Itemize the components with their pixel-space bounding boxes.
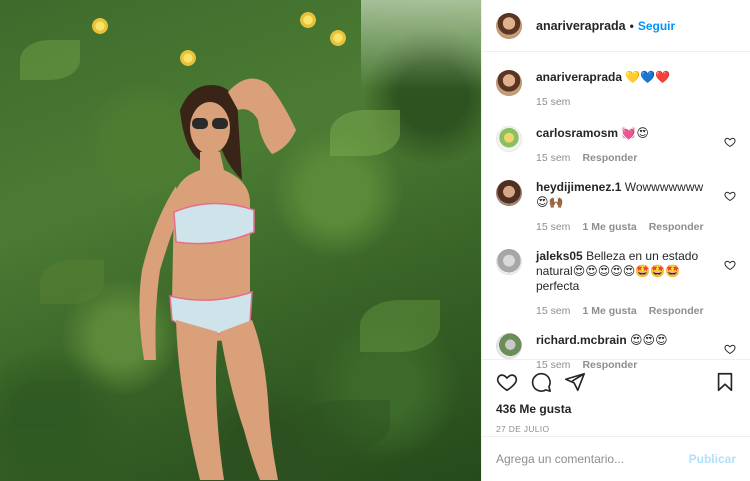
comment-age[interactable]: 15 sem xyxy=(536,304,570,319)
background-sky xyxy=(361,0,481,90)
comment-body: heydijimenez.1 Wowwwwwww😍🙌🏾 15 sem 1 Me … xyxy=(536,180,736,235)
comment-meta: 15 sem Responder xyxy=(536,151,714,166)
paper-plane-icon[interactable] xyxy=(564,371,586,393)
flower-decoration xyxy=(180,50,196,66)
separator-dot: • xyxy=(629,18,634,33)
post-header: anariveraprada • Seguir xyxy=(482,0,750,52)
caption: anariveraprada 💛💙❤️ 15 sem xyxy=(496,70,736,110)
author-username[interactable]: anariveraprada xyxy=(536,19,626,33)
commenter-avatar[interactable] xyxy=(496,249,522,275)
comment-username[interactable]: jaleks05 xyxy=(536,249,583,263)
leaf-decoration xyxy=(360,300,440,352)
comment-likes[interactable]: 1 Me gusta xyxy=(582,220,636,235)
leaf-decoration xyxy=(10,380,80,428)
post-photo[interactable] xyxy=(0,0,481,481)
comment-text: 😍😍😍 xyxy=(630,333,668,347)
comment-username[interactable]: carlosramosm xyxy=(536,126,618,140)
comment-age[interactable]: 15 sem xyxy=(536,151,570,166)
list-item: jaleks05 Belleza en un estado natural😍😍😍… xyxy=(496,249,736,319)
person-figure xyxy=(139,78,296,480)
commenter-avatar[interactable] xyxy=(496,126,522,152)
reply-button[interactable]: Responder xyxy=(649,220,704,235)
comment-icon[interactable] xyxy=(530,371,552,393)
commenter-avatar[interactable] xyxy=(496,180,522,206)
caption-age[interactable]: 15 sem xyxy=(536,95,570,110)
leaf-decoration xyxy=(40,260,104,304)
caption-text: 💛💙❤️ xyxy=(625,70,671,84)
flower-decoration xyxy=(92,18,108,34)
caption-meta: 15 sem xyxy=(536,95,714,110)
list-item: heydijimenez.1 Wowwwwwww😍🙌🏾 15 sem 1 Me … xyxy=(496,180,736,235)
bookmark-icon[interactable] xyxy=(714,371,736,393)
comment-meta: 15 sem 1 Me gusta Responder xyxy=(536,220,714,235)
action-icons xyxy=(496,370,736,394)
leaf-decoration xyxy=(330,110,400,156)
heart-icon[interactable] xyxy=(496,371,518,393)
comment-likes[interactable]: 1 Me gusta xyxy=(582,304,636,319)
reply-button[interactable]: Responder xyxy=(582,151,637,166)
post-date[interactable]: 27 DE JULIO xyxy=(496,424,736,434)
add-comment-bar: Publicar xyxy=(482,436,750,481)
follow-button[interactable]: Seguir xyxy=(638,19,675,33)
comment-text: 💓😍 xyxy=(621,126,649,140)
heart-icon[interactable] xyxy=(724,259,736,271)
commenter-avatar[interactable] xyxy=(496,333,522,359)
post-actions: 436 Me gusta 27 DE JULIO xyxy=(482,359,750,434)
author-avatar[interactable] xyxy=(496,12,522,39)
heart-icon[interactable] xyxy=(724,343,736,355)
instagram-post: anariveraprada • Seguir anariveraprada 💛… xyxy=(0,0,750,481)
caption-body: anariveraprada 💛💙❤️ 15 sem xyxy=(536,70,736,110)
flower-decoration xyxy=(300,12,316,28)
comment-username[interactable]: richard.mcbrain xyxy=(536,333,627,347)
caption-avatar[interactable] xyxy=(496,70,522,96)
comment-meta: 15 sem 1 Me gusta Responder xyxy=(536,304,714,319)
leaf-decoration xyxy=(20,40,80,80)
post-side-panel: anariveraprada • Seguir anariveraprada 💛… xyxy=(481,0,750,481)
likes-count[interactable]: 436 Me gusta xyxy=(496,402,736,416)
publish-button[interactable]: Publicar xyxy=(689,452,736,466)
reply-button[interactable]: Responder xyxy=(649,304,704,319)
comments-list: anariveraprada 💛💙❤️ 15 sem carlosramosm … xyxy=(482,52,750,373)
comment-age[interactable]: 15 sem xyxy=(536,220,570,235)
list-item: carlosramosm 💓😍 15 sem Responder xyxy=(496,126,736,166)
heart-icon[interactable] xyxy=(724,136,736,148)
caption-username[interactable]: anariveraprada xyxy=(536,70,622,84)
heart-icon[interactable] xyxy=(724,190,736,202)
comment-body: carlosramosm 💓😍 15 sem Responder xyxy=(536,126,736,166)
comment-input[interactable] xyxy=(496,452,689,466)
comment-body: jaleks05 Belleza en un estado natural😍😍😍… xyxy=(536,249,736,319)
flower-decoration xyxy=(330,30,346,46)
comment-username[interactable]: heydijimenez.1 xyxy=(536,180,621,194)
